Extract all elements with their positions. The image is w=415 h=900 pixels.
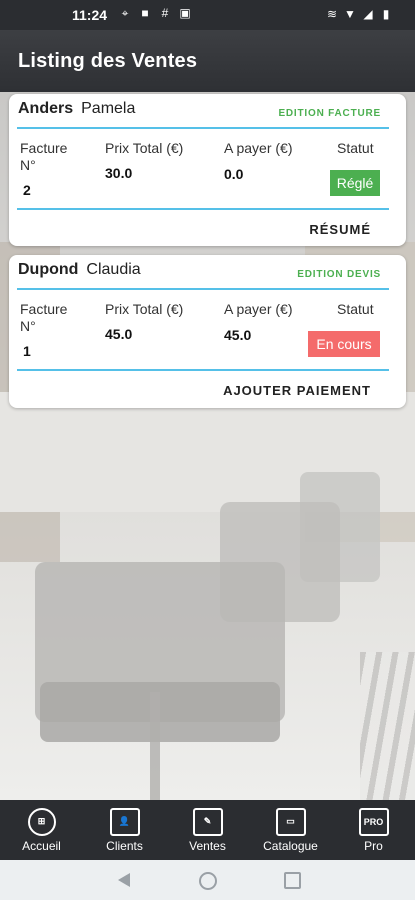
status-label: Statut xyxy=(337,301,374,317)
nav-item-pro[interactable]: PRO Pro xyxy=(334,807,414,853)
status-badge: En cours xyxy=(308,331,380,357)
client-first-name: Claudia xyxy=(86,261,141,278)
total-value: 30.0 xyxy=(105,165,133,181)
summary-button[interactable]: RÉSUMÉ xyxy=(309,222,371,237)
sale-card[interactable]: Anders Pamela EDITION FACTURE Facture N° … xyxy=(9,94,406,246)
page-title: Listing des Ventes xyxy=(18,50,198,72)
image-icon: ▣ xyxy=(179,6,191,20)
sale-card[interactable]: Dupond Claudia EDITION DEVIS Facture N° P… xyxy=(9,255,406,408)
total-value: 45.0 xyxy=(105,326,133,342)
client-first-name: Pamela xyxy=(81,100,136,117)
status-label: Statut xyxy=(337,140,374,156)
catalogue-folder-icon: ▭ xyxy=(275,807,306,836)
location-icon: ⌖ xyxy=(121,6,129,20)
puzzle-icon: ■ xyxy=(141,6,149,20)
client-name: Dupond Claudia xyxy=(18,261,141,279)
status-right-icons: ≋ ▼ ◢ ▮ xyxy=(325,7,393,21)
signal-icon: ◢ xyxy=(363,7,373,21)
total-label: Prix Total (€) xyxy=(105,301,184,317)
nav-item-ventes[interactable]: ✎ Ventes xyxy=(168,807,248,853)
edition-invoice-button[interactable]: EDITION FACTURE xyxy=(278,108,381,119)
client-last-name: Anders xyxy=(18,100,74,117)
vibrate-icon: ≋ xyxy=(326,7,338,21)
nav-item-catalogue[interactable]: ▭ Catalogue xyxy=(251,807,331,853)
edition-quote-button[interactable]: EDITION DEVIS xyxy=(297,269,381,280)
app-bar: Listing des Ventes xyxy=(0,30,415,92)
to-pay-label: A payer (€) xyxy=(224,140,293,156)
invoice-number: 1 xyxy=(23,343,31,359)
to-pay-value: 0.0 xyxy=(224,166,244,182)
invoice-number: 2 xyxy=(23,182,31,198)
nav-label: Catalogue xyxy=(263,838,318,853)
sales-folder-icon: ✎ xyxy=(192,807,223,836)
divider xyxy=(17,127,389,129)
nav-label: Clients xyxy=(106,838,143,853)
battery-icon: ▮ xyxy=(382,7,390,21)
nav-label: Pro xyxy=(364,838,383,853)
client-last-name: Dupond xyxy=(18,261,79,278)
clients-folder-icon: 👤 xyxy=(109,807,140,836)
nav-item-accueil[interactable]: ⊞ Accueil xyxy=(2,807,82,853)
to-pay-label: A payer (€) xyxy=(224,301,293,317)
status-time: 11:24 xyxy=(72,7,108,23)
grid-icon: # xyxy=(161,6,169,20)
divider xyxy=(17,369,389,371)
total-label: Prix Total (€) xyxy=(105,140,184,156)
status-badge: Réglé xyxy=(330,170,380,196)
pro-folder-icon: PRO xyxy=(358,807,389,836)
bottom-navigation: ⊞ Accueil 👤 Clients ✎ Ventes ▭ Catalogue… xyxy=(0,800,415,860)
home-grid-icon: ⊞ xyxy=(27,807,56,836)
status-bar: 11:24 ⌖ ■ # ▣ ≋ ▼ ◢ ▮ xyxy=(0,0,415,30)
status-left-icons: ⌖ ■ # ▣ xyxy=(118,6,192,20)
back-icon[interactable] xyxy=(118,873,130,887)
wifi-icon: ▼ xyxy=(344,7,356,21)
divider xyxy=(17,288,389,290)
nav-item-clients[interactable]: 👤 Clients xyxy=(85,807,165,853)
client-name: Anders Pamela xyxy=(18,100,135,118)
add-payment-button[interactable]: AJOUTER PAIEMENT xyxy=(223,383,371,398)
invoice-label: Facture N° xyxy=(20,301,68,334)
home-icon[interactable] xyxy=(199,872,217,890)
nav-label: Ventes xyxy=(189,838,226,853)
recent-apps-icon[interactable] xyxy=(284,872,301,889)
system-navigation-bar xyxy=(0,860,415,900)
invoice-label: Facture N° xyxy=(20,140,68,173)
to-pay-value: 45.0 xyxy=(224,327,252,343)
divider xyxy=(17,208,389,210)
nav-label: Accueil xyxy=(22,838,61,853)
